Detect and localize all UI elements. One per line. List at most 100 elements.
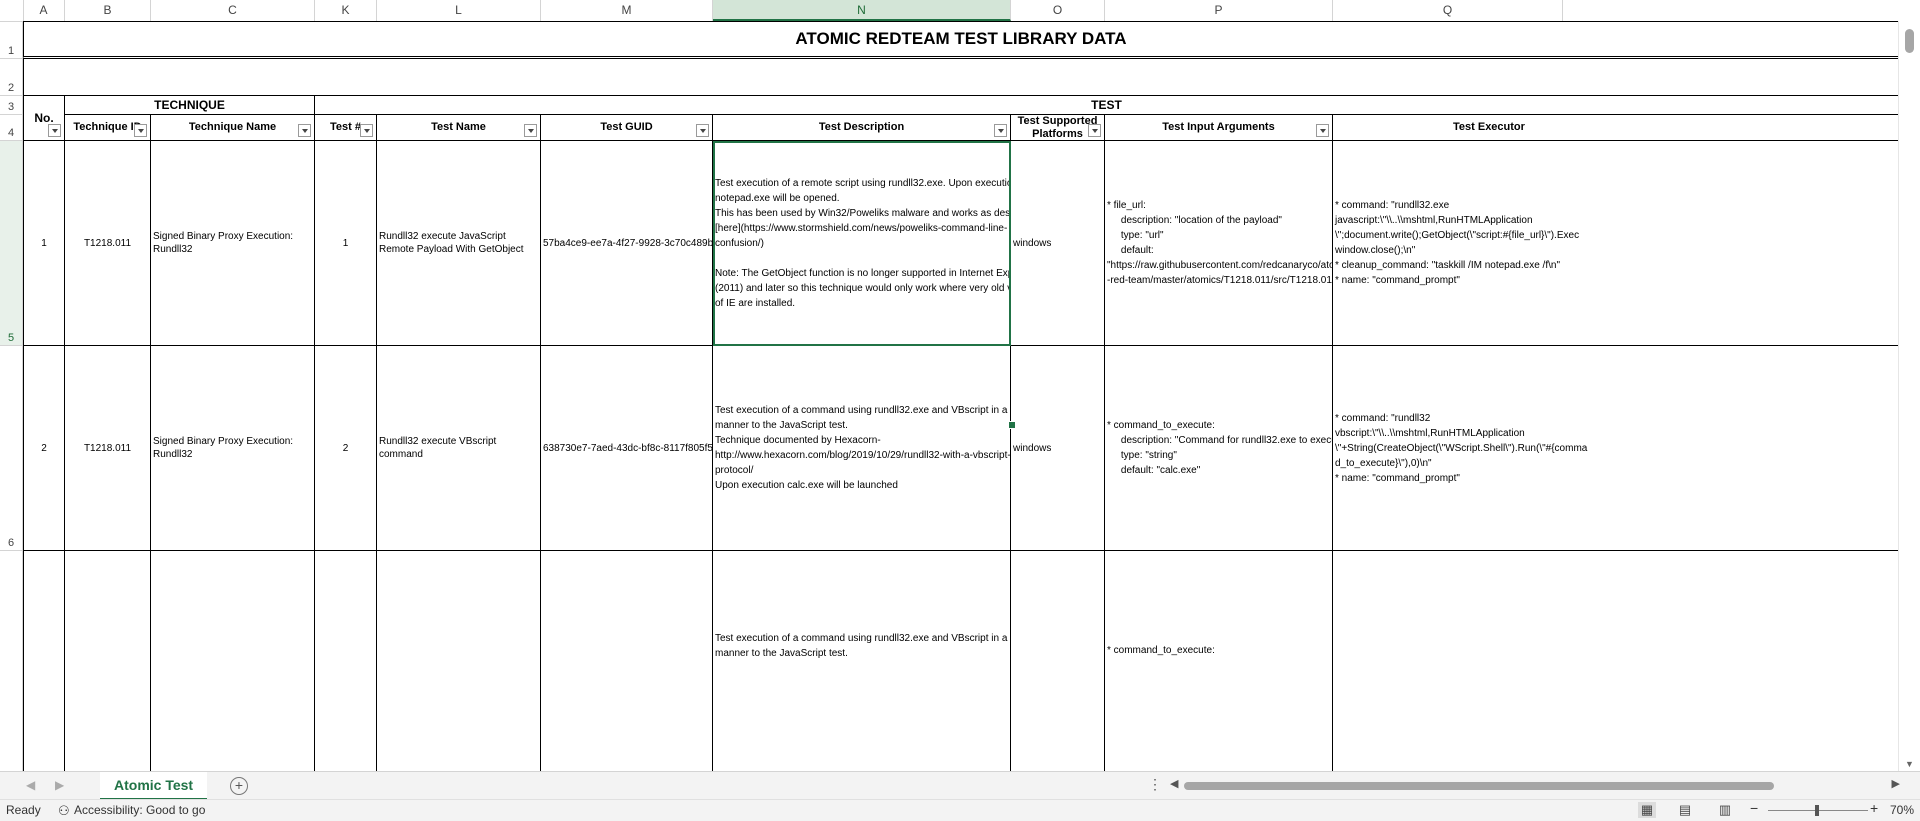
scroll-right-arrow-icon[interactable]: ▶: [1892, 777, 1900, 790]
filter-dropdown-icon[interactable]: [994, 124, 1007, 137]
record-3-test-platforms[interactable]: [1011, 551, 1105, 771]
record-1-no[interactable]: 1: [23, 141, 65, 346]
filter-dropdown-icon[interactable]: [524, 124, 537, 137]
record-2-test-name[interactable]: Rundll32 execute VBscript command: [377, 346, 541, 551]
column-header-b[interactable]: B: [65, 0, 151, 21]
row-header-5[interactable]: 5: [0, 141, 22, 346]
record-1-test-input-arguments[interactable]: * file_url: description: "location of th…: [1105, 141, 1333, 346]
page-break-preview-icon[interactable]: ▥: [1716, 802, 1734, 818]
record-2-test-input-arguments[interactable]: * command_to_execute: description: "Comm…: [1105, 346, 1333, 551]
record-2-technique-name[interactable]: Signed Binary Proxy Execution: Rundll32: [151, 346, 315, 551]
header-no-label: No.: [34, 111, 54, 125]
zoom-level[interactable]: 70%: [1890, 803, 1914, 817]
header-test-number[interactable]: Test #: [315, 115, 377, 141]
fill-handle[interactable]: [1008, 421, 1016, 429]
record-1-test-guid[interactable]: 57ba4ce9-ee7a-4f27-9928-3c70c489b59d: [541, 141, 713, 346]
row-header-3[interactable]: 3: [0, 96, 22, 115]
record-3-test-executor[interactable]: [1333, 551, 1899, 771]
sheet-title[interactable]: ATOMIC REDTEAM TEST LIBRARY DATA: [23, 21, 1899, 59]
record-3-test-guid[interactable]: [541, 551, 713, 771]
record-3-test-description[interactable]: Test execution of a command using rundll…: [713, 551, 1011, 771]
header-technique-group[interactable]: TECHNIQUE: [65, 96, 315, 115]
record-2-test-description[interactable]: Test execution of a command using rundll…: [713, 346, 1011, 551]
header-test-guid[interactable]: Test GUID: [541, 115, 713, 141]
header-test-name-label: Test Name: [431, 121, 486, 133]
record-2-test-number[interactable]: 2: [315, 346, 377, 551]
record-1-test-description[interactable]: Test execution of a remote script using …: [713, 141, 1011, 346]
record-1-technique-name[interactable]: Signed Binary Proxy Execution: Rundll32: [151, 141, 315, 346]
scroll-down-arrow-icon[interactable]: ▼: [1905, 759, 1914, 769]
header-no[interactable]: No.: [23, 96, 65, 141]
column-header-n[interactable]: N: [713, 0, 1011, 21]
header-test-platforms[interactable]: Test Supported Platforms: [1011, 115, 1105, 141]
filter-dropdown-icon[interactable]: [48, 124, 61, 137]
header-test-executor-label: Test Executor: [1453, 121, 1525, 133]
record-3-technique-id[interactable]: [65, 551, 151, 771]
filter-dropdown-icon[interactable]: [1316, 124, 1329, 137]
column-header-k[interactable]: K: [315, 0, 377, 21]
filter-dropdown-icon[interactable]: [1088, 124, 1101, 137]
record-3-test-input-arguments[interactable]: * command_to_execute:: [1105, 551, 1333, 771]
column-header-bar: A B C K L M N O P Q: [0, 0, 1920, 22]
status-bar: Ready ⚇ Accessibility: Good to go ▦ ▤ ▥ …: [0, 799, 1920, 821]
record-3-test-name[interactable]: [377, 551, 541, 771]
header-technique-name[interactable]: Technique Name: [151, 115, 315, 141]
header-test-input-arguments[interactable]: Test Input Arguments: [1105, 115, 1333, 141]
zoom-slider[interactable]: [1768, 805, 1868, 816]
zoom-in-icon[interactable]: +: [1870, 800, 1878, 816]
row-header-6[interactable]: 6: [0, 346, 22, 551]
header-test-group[interactable]: TEST: [315, 96, 1899, 115]
record-1-technique-id[interactable]: T1218.011: [65, 141, 151, 346]
record-2-technique-id[interactable]: T1218.011: [65, 346, 151, 551]
horizontal-scroll-thumb[interactable]: [1184, 782, 1774, 790]
select-all-corner[interactable]: [0, 0, 24, 21]
row-header-2[interactable]: 2: [0, 59, 22, 96]
record-1-test-number[interactable]: 1: [315, 141, 377, 346]
normal-view-icon[interactable]: ▦: [1638, 802, 1656, 818]
record-1-test-executor[interactable]: * command: "rundll32.exe javascript:\"\\…: [1333, 141, 1899, 346]
record-2-test-guid[interactable]: 638730e7-7aed-43dc-bf8c-8117f805f5bb: [541, 346, 713, 551]
next-sheet-icon[interactable]: ▶: [55, 778, 64, 792]
column-header-p[interactable]: P: [1105, 0, 1333, 21]
record-1-test-platforms[interactable]: windows: [1011, 141, 1105, 346]
header-technique-id[interactable]: Technique ID: [65, 115, 151, 141]
record-1-test-name[interactable]: Rundll32 execute JavaScript Remote Paylo…: [377, 141, 541, 346]
row-header-1[interactable]: 1: [0, 21, 22, 59]
zoom-slider-knob[interactable]: [1815, 805, 1819, 816]
record-2-test-executor[interactable]: * command: "rundll32 vbscript:\"\\..\\ms…: [1333, 346, 1899, 551]
column-header-m[interactable]: M: [541, 0, 713, 21]
add-sheet-icon[interactable]: +: [230, 777, 248, 795]
column-header-l[interactable]: L: [377, 0, 541, 21]
empty-row-2[interactable]: [23, 59, 1899, 96]
scroll-left-arrow-icon[interactable]: ◀: [1170, 777, 1178, 790]
row-header-4[interactable]: 4: [0, 115, 22, 141]
column-header-c[interactable]: C: [151, 0, 315, 21]
header-test-executor[interactable]: Test Executor: [1333, 115, 1899, 141]
filter-dropdown-icon[interactable]: [360, 124, 373, 137]
accessibility-status[interactable]: Accessibility: Good to go: [74, 803, 205, 817]
record-2-no[interactable]: 2: [23, 346, 65, 551]
row-header-bar: 1 2 3 4 5 6: [0, 21, 23, 771]
column-header-a[interactable]: A: [23, 0, 65, 21]
record-3-test-number[interactable]: [315, 551, 377, 771]
filter-dropdown-icon[interactable]: [298, 124, 311, 137]
header-test-description[interactable]: Test Description: [713, 115, 1011, 141]
filter-dropdown-icon[interactable]: [696, 124, 709, 137]
previous-sheet-icon[interactable]: ◀: [26, 778, 35, 792]
more-options-icon[interactable]: ⋮: [1148, 776, 1162, 793]
zoom-out-icon[interactable]: −: [1750, 800, 1758, 816]
horizontal-scrollbar[interactable]: ◀ ▶: [1170, 777, 1900, 792]
record-3-no[interactable]: [23, 551, 65, 771]
column-header-q[interactable]: Q: [1333, 0, 1563, 21]
accessibility-icon[interactable]: ⚇: [58, 803, 70, 819]
header-technique-id-label: Technique ID: [73, 121, 142, 133]
header-test-name[interactable]: Test Name: [377, 115, 541, 141]
column-header-o[interactable]: O: [1011, 0, 1105, 21]
record-3-technique-name[interactable]: [151, 551, 315, 771]
filter-dropdown-icon[interactable]: [134, 124, 147, 137]
record-2-test-platforms[interactable]: windows: [1011, 346, 1105, 551]
page-layout-view-icon[interactable]: ▤: [1676, 802, 1694, 818]
sheet-tab-atomic-test[interactable]: Atomic Test: [100, 772, 208, 801]
vertical-scrollbar[interactable]: ▼: [1898, 21, 1920, 771]
vertical-scroll-thumb[interactable]: [1905, 29, 1914, 53]
